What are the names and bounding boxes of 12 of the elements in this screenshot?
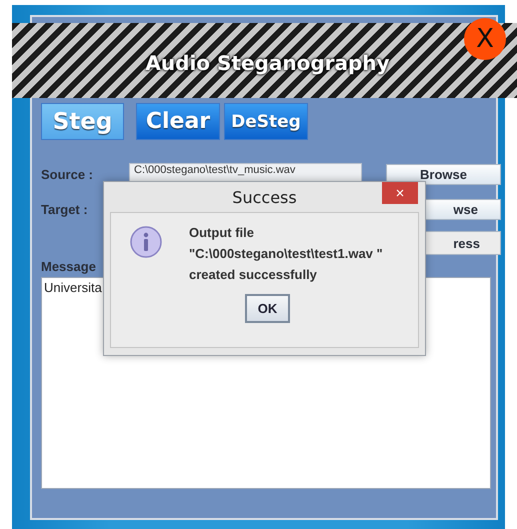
toolbar-button[interactable]: DeSteg (224, 103, 308, 140)
target-label: Target : (41, 202, 89, 217)
message-label: Message (41, 259, 97, 274)
message-line: Output file (189, 225, 255, 240)
close-button[interactable]: × (382, 182, 418, 204)
dialog-title: Success (232, 188, 297, 206)
toolbar-button[interactable]: Clear (136, 103, 220, 140)
ok-button[interactable]: OK (245, 294, 290, 323)
browse-button[interactable]: Browse (386, 164, 501, 184)
info-icon (129, 225, 163, 259)
source-label: Source : (41, 166, 94, 182)
message-line: "C:\000stegano\test\test1.wav " (189, 246, 383, 261)
